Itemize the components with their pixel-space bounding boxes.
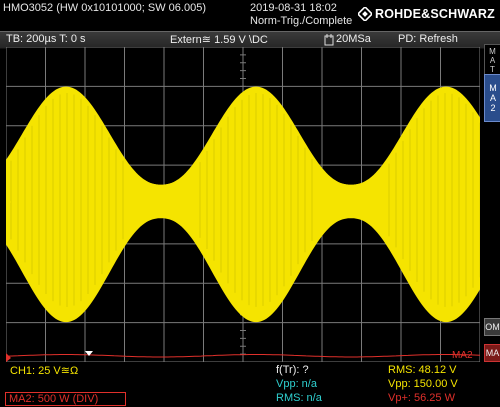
vp-plus-math: Vp+: 56.25 W — [388, 392, 455, 404]
striation — [395, 152, 397, 248]
striation — [73, 94, 75, 306]
striation — [451, 93, 453, 307]
striation — [290, 124, 292, 276]
striation — [213, 139, 215, 261]
striation — [416, 118, 418, 282]
acquisition-icon — [324, 34, 334, 46]
striation — [458, 97, 460, 303]
rs-diamond-icon — [358, 7, 372, 21]
trigger-frequency: f(Tr): ? — [276, 364, 309, 376]
striation — [409, 129, 411, 271]
striation — [38, 115, 40, 285]
striation — [430, 100, 432, 300]
striation — [66, 93, 68, 307]
striation — [87, 105, 89, 295]
striation — [59, 94, 61, 306]
striation — [24, 137, 26, 263]
striation — [262, 94, 264, 306]
striation — [423, 108, 425, 292]
trigger-readout[interactable]: Extern≊ 1.59 V \DC — [170, 33, 268, 46]
pd-mode[interactable]: PD: Refresh — [398, 33, 458, 45]
vpp-ch1: Vpp: 150.00 V — [388, 378, 458, 390]
waveform-display[interactable] — [6, 47, 480, 362]
striation — [472, 112, 474, 288]
trigger-state: Norm-Trig./Complete — [250, 15, 353, 27]
striation — [234, 107, 236, 293]
striation — [45, 105, 47, 295]
ch1-scale[interactable]: CH1: 25 V≊Ω — [10, 364, 78, 377]
striation — [108, 137, 110, 263]
striation — [402, 140, 404, 260]
striation — [206, 151, 208, 249]
ma-button[interactable]: MA — [484, 344, 500, 362]
striation — [248, 95, 250, 306]
striation — [227, 116, 229, 284]
striation — [283, 113, 285, 287]
striation — [31, 125, 33, 275]
vpp-math: Vpp: n/a — [276, 378, 317, 390]
striation — [101, 125, 103, 275]
device-id: HMO3052 (HW 0x10101000; SW 06.005) — [3, 2, 206, 14]
ma2-trace-label: MA2 — [452, 350, 473, 361]
striation — [388, 163, 390, 237]
striation — [311, 159, 313, 241]
striation — [297, 135, 299, 265]
striation — [80, 98, 82, 302]
sample-rate[interactable]: 20MSa — [336, 33, 371, 45]
striation — [10, 160, 12, 240]
striation — [255, 93, 257, 307]
striation — [52, 98, 54, 302]
striation — [199, 162, 201, 238]
rms-ch1: RMS: 48.12 V — [388, 364, 457, 376]
striation — [220, 127, 222, 273]
striation — [276, 104, 278, 296]
striation — [269, 98, 271, 302]
ma2-scale[interactable]: MA2: 500 W (DIV) — [5, 392, 126, 406]
striation — [17, 149, 19, 251]
striation — [241, 99, 243, 301]
timebase-readout[interactable]: TB: 200µs T: 0 s — [6, 33, 86, 45]
rohde-schwarz-logo: ROHDE&SCHWARZ — [358, 6, 495, 22]
striation — [444, 93, 446, 307]
logo-text: ROHDE&SCHWARZ — [375, 7, 495, 21]
rms-math: RMS: n/a — [276, 392, 322, 404]
striation — [115, 149, 117, 251]
title-bar: HMO3052 (HW 0x10101000; SW 06.005) 2019-… — [0, 0, 500, 31]
datetime: 2019-08-31 18:02 — [250, 2, 337, 14]
striation — [437, 95, 439, 305]
striation — [94, 115, 96, 285]
om-button[interactable]: OM — [484, 318, 500, 336]
ma2-tab[interactable]: MA2 — [484, 74, 500, 122]
striation — [304, 147, 306, 253]
striation — [465, 103, 467, 297]
striation — [122, 160, 124, 240]
striation — [479, 122, 480, 278]
